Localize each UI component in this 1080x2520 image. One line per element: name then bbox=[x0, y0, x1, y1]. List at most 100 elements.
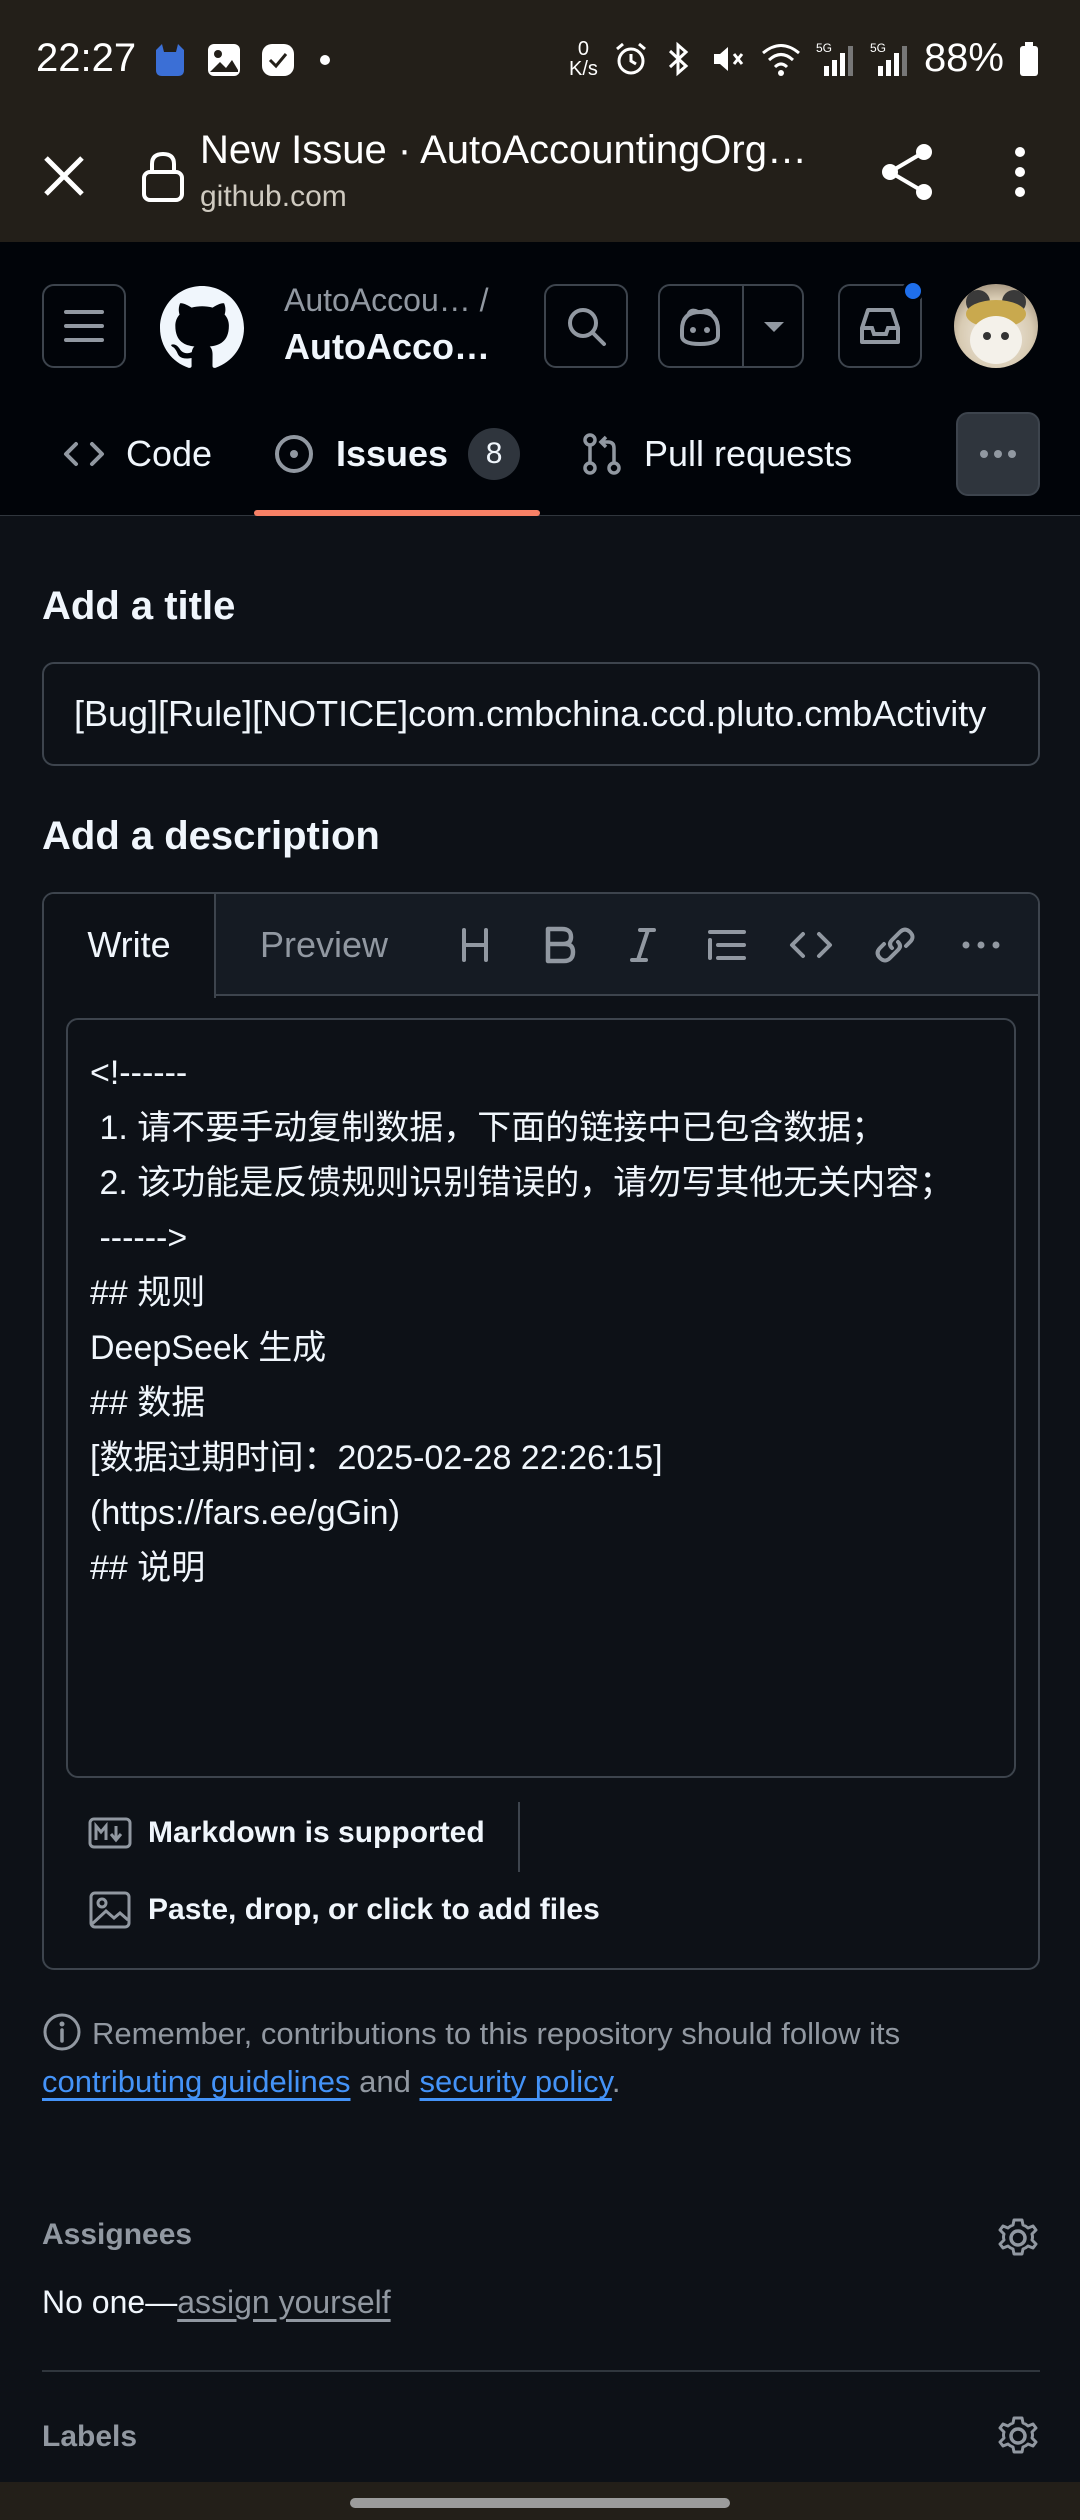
bold-icon bbox=[545, 926, 576, 964]
signal-5g-icon: 5G bbox=[816, 41, 853, 76]
gear-icon[interactable] bbox=[996, 2216, 1040, 2260]
menu-button[interactable] bbox=[42, 284, 126, 368]
close-icon[interactable] bbox=[36, 148, 92, 204]
heading-button[interactable] bbox=[450, 920, 500, 970]
notice-text: Remember, contributions to this reposito… bbox=[92, 2016, 901, 2051]
gallery-icon bbox=[208, 44, 240, 76]
battery-percent: 88% bbox=[923, 36, 1004, 80]
tab-pull-requests[interactable]: Pull requests bbox=[580, 392, 852, 516]
footer-divider bbox=[518, 1802, 520, 1872]
status-time: 22:27 bbox=[36, 36, 137, 80]
avatar[interactable] bbox=[954, 284, 1038, 368]
check-app-icon bbox=[262, 44, 294, 76]
description-editor: Write Preview <!------ 1. 请不要手动复制数据，下面的链… bbox=[42, 892, 1040, 1970]
markdown-icon bbox=[88, 1817, 132, 1849]
list-button[interactable] bbox=[702, 920, 752, 970]
share-icon[interactable] bbox=[876, 140, 940, 204]
copilot-icon bbox=[680, 308, 720, 347]
title-input[interactable]: [Bug][Rule][NOTICE]com.cmbchina.ccd.plut… bbox=[42, 662, 1040, 766]
code-icon bbox=[64, 442, 104, 466]
bluetooth-icon bbox=[668, 41, 689, 76]
avatar-image bbox=[966, 290, 1026, 364]
status-bar: 22:27 0 K/s 5G 5G 88% bbox=[0, 0, 1080, 118]
code-icon bbox=[790, 932, 832, 958]
status-notification-icons bbox=[150, 40, 330, 80]
chevron-down-icon[interactable] bbox=[744, 286, 804, 366]
italic-icon bbox=[630, 928, 656, 962]
attach-files[interactable]: Paste, drop, or click to add files bbox=[88, 1890, 600, 1930]
list-icon bbox=[708, 930, 746, 960]
tab-preview[interactable]: Preview bbox=[260, 894, 388, 996]
title-heading: Add a title bbox=[42, 584, 236, 628]
tabs-more-button[interactable] bbox=[956, 412, 1040, 496]
markdown-note[interactable]: Markdown is supported bbox=[88, 1816, 485, 1850]
active-tab-underline bbox=[254, 510, 540, 516]
assignees-none: No one— bbox=[42, 2284, 178, 2320]
assignees-value: No one—assign yourself bbox=[42, 2284, 391, 2321]
gear-icon[interactable] bbox=[996, 2414, 1040, 2458]
markdown-note-label: Markdown is supported bbox=[148, 1816, 485, 1849]
notification-dot bbox=[902, 280, 924, 302]
image-icon bbox=[89, 1891, 131, 1929]
browser-toolbar: New Issue · AutoAccountingOrg… github.co… bbox=[0, 118, 1080, 242]
repo-tabs: Code Issues 8 Pull requests bbox=[0, 392, 1080, 516]
status-system-icons: 0 K/s 5G 5G 88% bbox=[569, 36, 1040, 81]
tab-issues[interactable]: Issues 8 bbox=[272, 392, 521, 516]
svg-text:5G: 5G bbox=[816, 41, 832, 55]
more-vertical-icon[interactable] bbox=[1000, 140, 1040, 204]
hamburger-icon bbox=[64, 310, 104, 342]
cat-app-icon bbox=[156, 44, 184, 76]
info-icon bbox=[43, 2013, 81, 2051]
net-speed-value: 0 bbox=[577, 37, 590, 60]
more-tools-button[interactable] bbox=[956, 920, 1006, 970]
more-horizontal-icon bbox=[980, 450, 1016, 458]
tab-write[interactable]: Write bbox=[44, 894, 216, 998]
description-heading: Add a description bbox=[42, 814, 380, 858]
heading-icon bbox=[462, 928, 488, 962]
copilot-button[interactable] bbox=[658, 284, 804, 368]
wifi-icon bbox=[761, 43, 800, 76]
search-icon bbox=[568, 308, 606, 346]
attach-files-label: Paste, drop, or click to add files bbox=[148, 1893, 600, 1926]
assign-yourself-link[interactable]: assign yourself bbox=[177, 2284, 390, 2320]
repo-owner[interactable]: AutoAccou… / bbox=[284, 282, 489, 319]
signal-5g-icon-2: 5G bbox=[870, 41, 907, 76]
link-icon bbox=[875, 927, 915, 963]
github-header: AutoAccou… / AutoAcco… Code Issues 8 Pul… bbox=[0, 242, 1080, 516]
alarm-icon bbox=[615, 42, 646, 74]
system-navigation-bar bbox=[0, 2482, 1080, 2520]
more-horizontal-icon bbox=[962, 941, 1000, 949]
tab-code[interactable]: Code bbox=[62, 392, 212, 516]
search-button[interactable] bbox=[544, 284, 628, 368]
lock-icon[interactable] bbox=[140, 148, 186, 204]
repo-name[interactable]: AutoAcco… bbox=[284, 326, 490, 368]
page-url[interactable]: github.com bbox=[200, 180, 347, 214]
svg-text:5G: 5G bbox=[870, 41, 886, 55]
mute-icon bbox=[713, 46, 744, 71]
tab-issues-label: Issues bbox=[336, 433, 449, 474]
contributing-guidelines-link[interactable]: contributing guidelines bbox=[42, 2064, 351, 2099]
divider bbox=[42, 2370, 1040, 2372]
tab-code-label: Code bbox=[126, 433, 213, 474]
page-title[interactable]: New Issue · AutoAccountingOrg… bbox=[200, 128, 840, 173]
assignees-label: Assignees bbox=[42, 2218, 193, 2251]
notice-end: . bbox=[611, 2064, 621, 2099]
code-button[interactable] bbox=[786, 920, 836, 970]
issues-counter: 8 bbox=[468, 428, 521, 480]
more-notifications-dot bbox=[320, 55, 330, 65]
issue-icon bbox=[275, 435, 313, 473]
link-button[interactable] bbox=[870, 920, 920, 970]
italic-button[interactable] bbox=[618, 920, 668, 970]
description-textarea[interactable]: <!------ 1. 请不要手动复制数据，下面的链接中已包含数据； 2. 该功… bbox=[66, 1018, 1016, 1778]
home-gesture-handle[interactable] bbox=[350, 2498, 730, 2508]
contribution-notice: Remember, contributions to this reposito… bbox=[42, 2010, 1042, 2106]
editor-toolbar: Write Preview bbox=[44, 894, 1038, 998]
pull-request-icon bbox=[583, 433, 621, 475]
github-logo-icon[interactable] bbox=[160, 286, 244, 370]
battery-icon bbox=[1020, 41, 1038, 76]
net-speed-unit: K/s bbox=[569, 57, 598, 80]
notice-and: and bbox=[359, 2064, 411, 2099]
bold-button[interactable] bbox=[534, 920, 584, 970]
security-policy-link[interactable]: security policy bbox=[419, 2064, 611, 2099]
net-speed: 0 K/s bbox=[569, 39, 598, 79]
